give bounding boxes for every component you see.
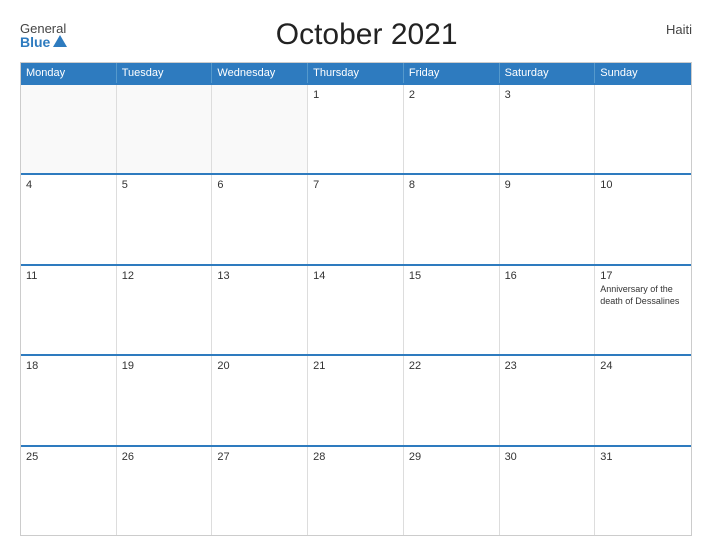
cal-cell: 23 xyxy=(500,356,596,444)
cal-cell: 5 xyxy=(117,175,213,263)
day-number: 22 xyxy=(409,360,494,372)
day-header-sunday: Sunday xyxy=(595,63,691,83)
day-number: 19 xyxy=(122,360,207,372)
day-header-friday: Friday xyxy=(404,63,500,83)
day-number: 3 xyxy=(505,89,590,101)
cal-cell: 22 xyxy=(404,356,500,444)
day-number: 6 xyxy=(217,179,302,191)
cal-cell: 9 xyxy=(500,175,596,263)
day-number: 7 xyxy=(313,179,398,191)
holiday-label: Anniversary of the death of Dessalines xyxy=(600,284,686,307)
day-header-monday: Monday xyxy=(21,63,117,83)
cal-cell: 2 xyxy=(404,85,500,173)
day-number: 4 xyxy=(26,179,111,191)
cal-cell: 25 xyxy=(21,447,117,535)
cal-cell: 31 xyxy=(595,447,691,535)
day-number: 14 xyxy=(313,270,398,282)
cal-cell: 19 xyxy=(117,356,213,444)
country-label: Haiti xyxy=(666,22,692,37)
cal-cell: 27 xyxy=(212,447,308,535)
cal-cell: 11 xyxy=(21,266,117,354)
day-number: 9 xyxy=(505,179,590,191)
cal-cell: 16 xyxy=(500,266,596,354)
day-number: 27 xyxy=(217,451,302,463)
logo-general-text: General xyxy=(20,22,67,35)
day-number: 17 xyxy=(600,270,686,282)
day-number: 24 xyxy=(600,360,686,372)
cal-cell: 4 xyxy=(21,175,117,263)
day-header-saturday: Saturday xyxy=(500,63,596,83)
calendar-header-row: MondayTuesdayWednesdayThursdayFridaySatu… xyxy=(21,63,691,83)
cal-cell: 20 xyxy=(212,356,308,444)
day-number: 8 xyxy=(409,179,494,191)
cal-cell: 30 xyxy=(500,447,596,535)
day-header-tuesday: Tuesday xyxy=(117,63,213,83)
cal-cell xyxy=(117,85,213,173)
cal-cell: 28 xyxy=(308,447,404,535)
cal-cell xyxy=(212,85,308,173)
cal-cell: 14 xyxy=(308,266,404,354)
calendar-title: October 2021 xyxy=(67,18,666,52)
day-number: 12 xyxy=(122,270,207,282)
day-number: 1 xyxy=(313,89,398,101)
day-number: 2 xyxy=(409,89,494,101)
logo: General Blue xyxy=(20,22,67,49)
cal-cell: 8 xyxy=(404,175,500,263)
cal-cell: 1 xyxy=(308,85,404,173)
calendar-header: General Blue October 2021 Haiti xyxy=(20,18,692,52)
cal-cell: 18 xyxy=(21,356,117,444)
day-number: 29 xyxy=(409,451,494,463)
calendar-body: 1234567891011121314151617Anniversary of … xyxy=(21,83,691,535)
day-number: 18 xyxy=(26,360,111,372)
cal-cell: 7 xyxy=(308,175,404,263)
week-row-2: 456789 10 xyxy=(21,173,691,263)
calendar-grid: MondayTuesdayWednesdayThursdayFridaySatu… xyxy=(20,62,692,536)
day-number: 5 xyxy=(122,179,207,191)
day-number: 23 xyxy=(505,360,590,372)
cal-cell: 13 xyxy=(212,266,308,354)
day-number: 31 xyxy=(600,451,686,463)
day-number: 20 xyxy=(217,360,302,372)
week-row-5: 25 26 27 28 29 30 31 xyxy=(21,445,691,535)
cal-cell: 24 xyxy=(595,356,691,444)
week-row-3: 11 12 13 14 15 16 17 Anniversary of the death o… xyxy=(21,264,691,354)
cal-cell: 3 xyxy=(500,85,596,173)
day-number: 26 xyxy=(122,451,207,463)
day-header-wednesday: Wednesday xyxy=(212,63,308,83)
cal-cell: 10 xyxy=(595,175,691,263)
day-number: 13 xyxy=(217,270,302,282)
logo-triangle-icon xyxy=(53,35,67,47)
day-number: 30 xyxy=(505,451,590,463)
cal-cell: 29 xyxy=(404,447,500,535)
cal-cell: 26 xyxy=(117,447,213,535)
day-number: 10 xyxy=(600,179,686,191)
cal-cell: 15 xyxy=(404,266,500,354)
week-row-1: 123 xyxy=(21,83,691,173)
week-row-4: 18 19 20 21 22 23 24 xyxy=(21,354,691,444)
cal-cell xyxy=(595,85,691,173)
day-number: 16 xyxy=(505,270,590,282)
day-number: 21 xyxy=(313,360,398,372)
cal-cell xyxy=(21,85,117,173)
cal-cell: 12 xyxy=(117,266,213,354)
cal-cell: 6 xyxy=(212,175,308,263)
cal-cell: 17 Anniversary of the death of Dessalines xyxy=(595,266,691,354)
logo-blue-text: Blue xyxy=(20,35,67,49)
calendar-page: General Blue October 2021 Haiti MondayTu… xyxy=(0,0,712,550)
day-number: 25 xyxy=(26,451,111,463)
day-header-thursday: Thursday xyxy=(308,63,404,83)
day-number: 28 xyxy=(313,451,398,463)
cal-cell: 21 xyxy=(308,356,404,444)
day-number: 11 xyxy=(26,270,111,282)
day-number: 15 xyxy=(409,270,494,282)
